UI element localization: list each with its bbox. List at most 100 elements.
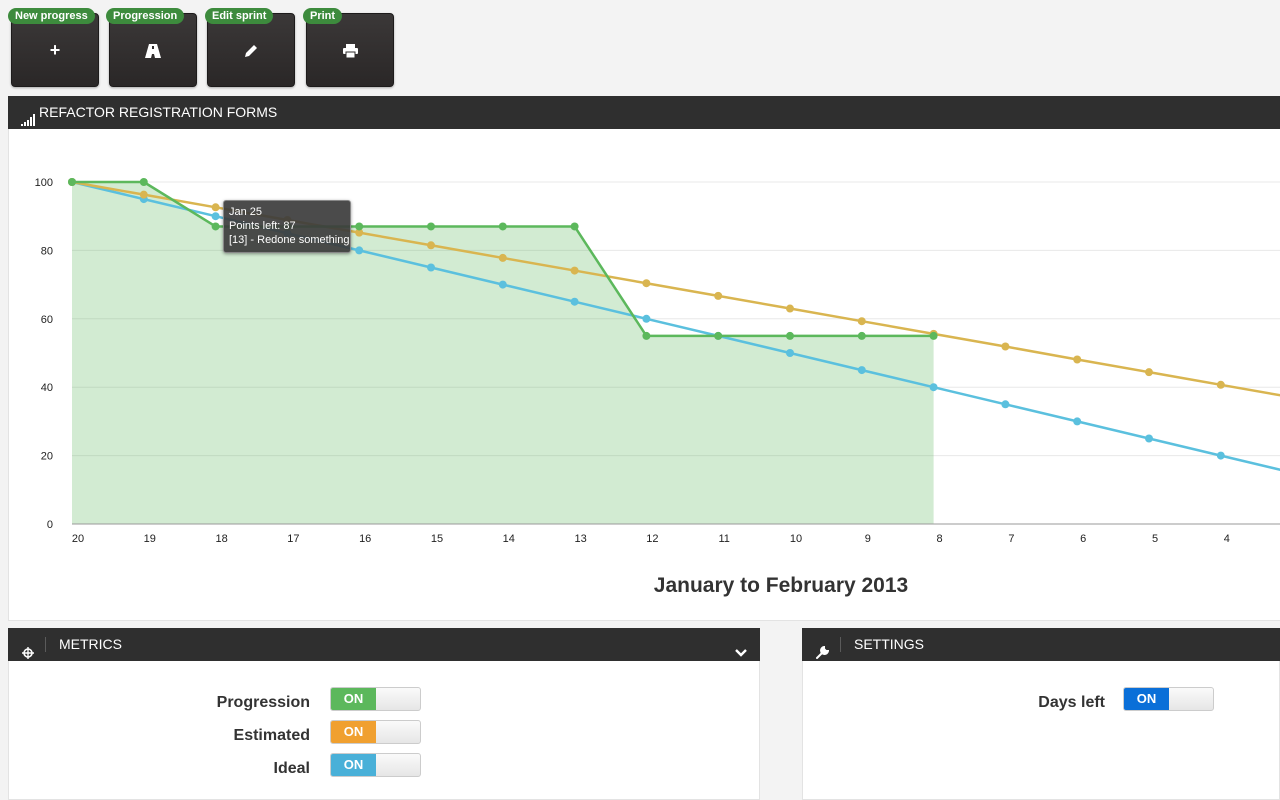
ideal-point	[642, 314, 651, 323]
progression-area	[72, 182, 934, 524]
chart-panel-header: REFACTOR REGISTRATION FORMS	[8, 96, 1280, 129]
progression-point	[642, 331, 651, 340]
progression-point	[498, 222, 507, 231]
estimated-point	[139, 190, 148, 199]
settings-panel-header: SETTINGS	[802, 628, 1280, 661]
ideal-point	[1145, 434, 1153, 443]
ideal-point	[355, 246, 364, 255]
ideal-point	[498, 280, 507, 289]
edit-sprint-button[interactable]	[207, 13, 295, 87]
ideal-point	[211, 212, 220, 221]
estimated-point	[1145, 368, 1153, 377]
ideal-point	[1216, 451, 1225, 460]
chart-panel-title: REFACTOR REGISTRATION FORMS	[39, 104, 278, 120]
progression-point	[857, 331, 866, 340]
ideal-point	[857, 366, 866, 375]
y-tick-label: 60	[41, 314, 53, 326]
tooltip-points: Points left: 87	[229, 220, 296, 232]
progression-point	[570, 222, 579, 231]
ideal-point	[570, 297, 579, 306]
x-tick-label: 17	[287, 533, 299, 545]
estimated-point	[642, 279, 651, 288]
y-tick-label: 80	[41, 245, 53, 257]
tooltip-task: [13] - Redone something	[229, 234, 350, 246]
y-tick-label: 100	[35, 177, 53, 189]
new-progress-button[interactable]: +	[11, 13, 99, 87]
x-tick-label: 12	[646, 533, 658, 545]
days-left-toggle-state: ON	[1124, 688, 1169, 710]
setting-label-days-left: Days left	[1038, 694, 1105, 711]
x-tick-label: 5	[1152, 533, 1158, 545]
print-icon	[342, 40, 358, 60]
x-tick-label: 18	[215, 533, 227, 545]
y-tick-label: 40	[41, 382, 53, 394]
x-tick-label: 10	[790, 533, 802, 545]
estimated-point	[1001, 342, 1010, 351]
progression-point	[714, 331, 723, 340]
progression-point	[355, 222, 364, 231]
x-tick-label: 20	[72, 533, 84, 545]
estimated-point	[211, 203, 220, 212]
estimated-toggle-state: ON	[331, 721, 376, 743]
x-tick-label: 4	[1224, 533, 1230, 545]
y-tick-label: 0	[47, 519, 53, 531]
estimated-point	[714, 291, 723, 300]
progression-point	[929, 331, 938, 340]
chart-tooltip: Jan 25 Points left: 87 [13] - Redone som…	[223, 200, 351, 253]
estimated-point	[1073, 355, 1082, 364]
estimated-point	[1216, 380, 1225, 389]
estimated-point	[498, 253, 507, 262]
new-progress-badge: New progress	[8, 8, 95, 24]
metrics-title: METRICS	[59, 636, 122, 652]
progression-badge: Progression	[106, 8, 185, 24]
x-tick-label: 7	[1008, 533, 1014, 545]
y-tick-label: 20	[41, 451, 53, 463]
x-tick-label: 11	[718, 533, 729, 545]
progression-point	[427, 222, 435, 231]
print-badge: Print	[303, 8, 343, 24]
ideal-point	[786, 349, 794, 357]
progression-toggle-state: ON	[331, 688, 376, 710]
ideal-point	[427, 263, 435, 272]
x-tick-label: 15	[431, 533, 443, 545]
chart-title: January to February 2013	[653, 574, 909, 597]
x-tick-label: 16	[359, 533, 371, 545]
x-tick-label: 19	[144, 533, 156, 545]
ideal-point	[1001, 400, 1010, 409]
x-tick-label: 6	[1080, 533, 1086, 545]
estimated-point	[857, 317, 866, 326]
progression-point	[68, 178, 76, 186]
ideal-point	[929, 383, 938, 392]
pencil-icon	[244, 40, 258, 60]
estimated-toggle[interactable]: ON	[330, 720, 421, 744]
edit-sprint-badge: Edit sprint	[205, 8, 274, 24]
plus-icon: +	[49, 40, 61, 60]
chart-svg: 0 20 40 60 80 100 20 19 18 17 16 15 14 13 12 11 10 9 8 7 6 5 4	[35, 177, 1280, 545]
progression-point	[786, 331, 794, 340]
progression-point	[211, 222, 220, 231]
ideal-point	[1073, 417, 1082, 426]
progression-toggle[interactable]: ON	[330, 687, 421, 711]
tooltip-date: Jan 25	[229, 206, 263, 218]
burndown-chart: 0 20 40 60 80 100 20 19 18 17 16 15 14 13 12 11 10 9 8 7 6 5 4…	[8, 129, 1280, 621]
x-tick-label: 9	[865, 533, 871, 545]
settings-panel-body	[802, 661, 1280, 800]
ideal-toggle-state: ON	[331, 754, 376, 776]
x-tick-label: 13	[574, 533, 586, 545]
estimated-point	[427, 241, 435, 250]
days-left-toggle[interactable]: ON	[1123, 687, 1214, 711]
metric-label-progression: Progression	[216, 694, 310, 711]
print-button[interactable]	[306, 13, 394, 87]
estimated-point	[570, 266, 579, 275]
metric-label-ideal: Ideal	[273, 760, 310, 777]
progression-point	[139, 178, 148, 186]
progression-button[interactable]	[109, 13, 197, 87]
x-tick-label: 8	[937, 533, 943, 545]
road-icon	[145, 40, 161, 60]
settings-title: SETTINGS	[854, 636, 925, 652]
x-tick-label: 14	[503, 533, 515, 545]
estimated-point	[786, 304, 794, 313]
metric-label-estimated: Estimated	[233, 727, 310, 744]
metrics-panel-header: METRICS	[8, 628, 760, 661]
ideal-toggle[interactable]: ON	[330, 753, 421, 777]
